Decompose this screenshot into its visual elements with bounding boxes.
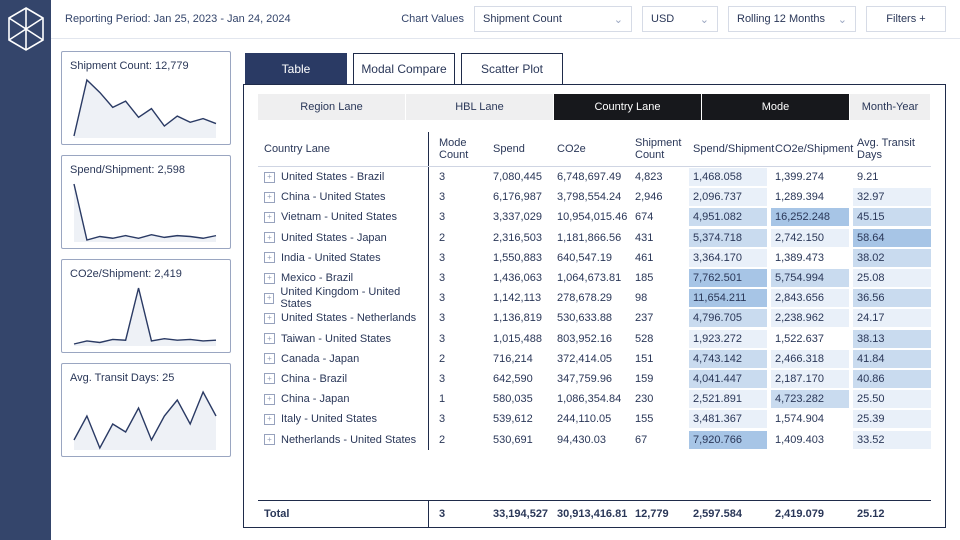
table-row[interactable]: +United States - Brazil37,080,4456,748,6… — [258, 167, 931, 187]
expand-icon[interactable]: + — [264, 252, 275, 263]
lane-name: India - United States — [281, 252, 381, 264]
lane-name: Vietnam - United States — [281, 211, 397, 223]
col-avg-transit[interactable]: Avg. Transit Days — [853, 134, 931, 164]
table-row[interactable]: +Canada - Japan2716,214372,414.051514,74… — [258, 349, 931, 369]
expand-icon[interactable]: + — [264, 434, 275, 445]
chevron-down-icon: ⌄ — [838, 13, 847, 26]
table-row[interactable]: +China - Brazil3642,590347,759.961594,04… — [258, 369, 931, 389]
col-co2e[interactable]: CO2e — [553, 140, 631, 158]
seg-mode[interactable]: Mode — [702, 94, 850, 120]
filters-button[interactable]: Filters + — [866, 6, 946, 32]
seg-hbl-lane[interactable]: HBL Lane — [406, 94, 554, 120]
col-spend-shipment[interactable]: Spend/Shipment — [689, 140, 767, 158]
chevron-down-icon: ⌄ — [700, 13, 709, 26]
lane-name: United Kingdom - United States — [280, 286, 424, 310]
range-select[interactable]: Rolling 12 Months⌄ — [728, 6, 856, 32]
expand-icon[interactable]: + — [264, 394, 275, 405]
card-co2-shipment[interactable]: CO2e/Shipment: 2,419 — [61, 259, 231, 353]
tab-scatter-plot[interactable]: Scatter Plot — [461, 53, 563, 84]
lane-name: United States - Netherlands — [281, 312, 416, 324]
table-body: +United States - Brazil37,080,4456,748,6… — [258, 167, 931, 500]
tab-table[interactable]: Table — [245, 53, 347, 84]
left-rail — [0, 0, 51, 540]
card-avg-transit[interactable]: Avg. Transit Days: 25 — [61, 363, 231, 457]
total-label: Total — [258, 505, 428, 523]
card-title: Spend/Shipment: 2,598 — [70, 164, 222, 176]
seg-region-lane[interactable]: Region Lane — [258, 94, 406, 120]
logo-icon — [6, 6, 46, 540]
lane-name: United States - Brazil — [281, 171, 384, 183]
col-mode-count[interactable]: Mode Count — [435, 134, 489, 164]
col-shipment-count[interactable]: Shipment Count — [631, 134, 685, 164]
col-co2e-shipment[interactable]: CO2e/Shipment — [771, 140, 849, 158]
sparkline — [70, 76, 220, 140]
sparkline — [70, 180, 220, 244]
table-row[interactable]: +United States - Netherlands31,136,81953… — [258, 308, 931, 328]
expand-icon[interactable]: + — [264, 192, 275, 203]
expand-icon[interactable]: + — [264, 293, 274, 304]
expand-icon[interactable]: + — [264, 333, 275, 344]
table-row[interactable]: +Vietnam - United States33,337,02910,954… — [258, 207, 931, 227]
expand-icon[interactable]: + — [264, 232, 275, 243]
lane-name: Mexico - Brazil — [281, 272, 353, 284]
metric-cards: Shipment Count: 12,779 Spend/Shipment: 2… — [61, 51, 231, 528]
card-shipment-count[interactable]: Shipment Count: 12,779 — [61, 51, 231, 145]
table-row[interactable]: +United States - Japan22,316,5031,181,86… — [258, 228, 931, 248]
expand-icon[interactable]: + — [264, 353, 275, 364]
lane-name: China - Japan — [281, 393, 350, 405]
expand-icon[interactable]: + — [264, 273, 275, 284]
reporting-period: Reporting Period: Jan 25, 2023 - Jan 24,… — [65, 13, 291, 25]
chart-values-label: Chart Values — [401, 13, 464, 25]
content-panel: Table Modal Compare Scatter Plot Region … — [243, 84, 946, 528]
table-row[interactable]: +India - United States31,550,883640,547.… — [258, 248, 931, 268]
lane-name: Italy - United States — [281, 413, 377, 425]
card-title: Shipment Count: 12,779 — [70, 60, 222, 72]
table-row[interactable]: +Italy - United States3539,612244,110.05… — [258, 409, 931, 429]
col-country-lane[interactable]: Country Lane — [258, 140, 428, 158]
expand-icon[interactable]: + — [264, 212, 275, 223]
seg-month-year[interactable]: Month-Year — [850, 94, 931, 120]
table-row[interactable]: +China - Japan1580,0351,086,354.842302,5… — [258, 389, 931, 409]
lane-name: China - Brazil — [281, 373, 347, 385]
lane-name: China - United States — [281, 191, 386, 203]
tab-modal-compare[interactable]: Modal Compare — [353, 53, 455, 84]
topbar: Reporting Period: Jan 25, 2023 - Jan 24,… — [51, 0, 960, 39]
currency-select[interactable]: USD⌄ — [642, 6, 718, 32]
expand-icon[interactable]: + — [264, 414, 275, 425]
sparkline — [70, 284, 220, 348]
table-row[interactable]: +United Kingdom - United States31,142,11… — [258, 288, 931, 308]
chevron-down-icon: ⌄ — [614, 13, 623, 26]
expand-icon[interactable]: + — [264, 172, 275, 183]
sparkline — [70, 388, 220, 452]
expand-icon[interactable]: + — [264, 373, 275, 384]
table-row[interactable]: +Taiwan - United States31,015,488803,952… — [258, 329, 931, 349]
card-title: CO2e/Shipment: 2,419 — [70, 268, 222, 280]
chart-values-select[interactable]: Shipment Count⌄ — [474, 6, 632, 32]
view-tabs: Table Modal Compare Scatter Plot — [244, 52, 945, 84]
lane-name: Canada - Japan — [281, 353, 359, 365]
seg-country-lane[interactable]: Country Lane — [554, 94, 702, 120]
table-row[interactable]: +Netherlands - United States2530,69194,4… — [258, 429, 931, 449]
card-title: Avg. Transit Days: 25 — [70, 372, 222, 384]
lane-name: Netherlands - United States — [281, 434, 416, 446]
grouping-segments: Region Lane HBL Lane Country Lane Mode M… — [258, 94, 931, 120]
card-spend-shipment[interactable]: Spend/Shipment: 2,598 — [61, 155, 231, 249]
table-row[interactable]: +China - United States36,176,9873,798,55… — [258, 187, 931, 207]
table-header: Country Lane Mode Count Spend CO2e Shipm… — [258, 132, 931, 167]
lane-name: Taiwan - United States — [281, 333, 391, 345]
lane-name: United States - Japan — [281, 232, 387, 244]
col-spend[interactable]: Spend — [489, 140, 553, 158]
table-total-row: Total 3 33,194,527 30,913,416.81 12,779 … — [258, 500, 931, 527]
expand-icon[interactable]: + — [264, 313, 275, 324]
